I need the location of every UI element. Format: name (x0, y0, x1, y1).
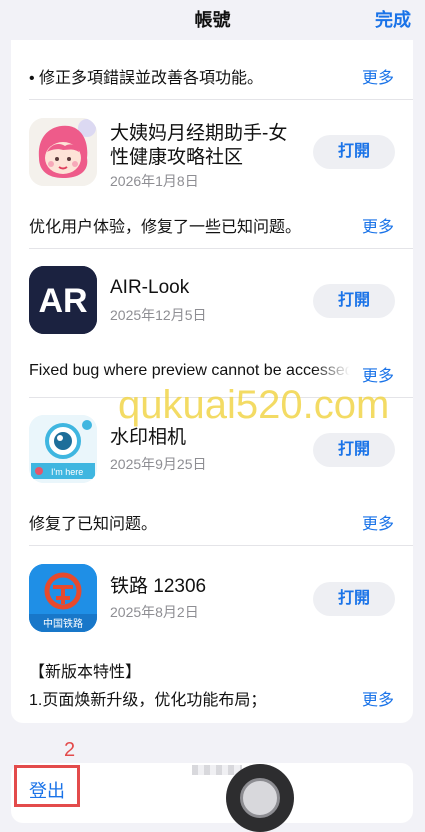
watermark-camera-icon-text: I'm here (51, 467, 83, 477)
railway-12306-icon-text: 中国铁路 (43, 617, 83, 630)
watermark-camera-icon: I'm here (29, 415, 97, 483)
divider (29, 545, 413, 546)
logout-button[interactable]: 登出 (29, 777, 65, 803)
app-name: 大姨妈月经期助手-女性健康攻略社区 (110, 123, 288, 168)
more-link[interactable]: 更多 (362, 686, 394, 710)
done-button[interactable]: 完成 (375, 6, 411, 32)
page-title: 帳號 (194, 10, 231, 30)
air-look-icon: AR (29, 266, 97, 334)
app-date: 2026年1月8日 (110, 173, 199, 189)
app-updates-card: • 修正多項錯誤並改善各項功能。 更多 大姨妈月经期助手-女性健康攻略社区 20… (11, 40, 413, 723)
air-look-icon-text: AR (38, 282, 87, 320)
open-button[interactable]: 打開 (313, 433, 395, 467)
more-link[interactable]: 更多 (362, 213, 394, 237)
more-link[interactable]: 更多 (362, 510, 394, 534)
more-link[interactable]: 更多 (362, 64, 394, 88)
open-button[interactable]: 打開 (313, 582, 395, 616)
update-note: • 修正多項錯誤並改善各項功能。 (29, 70, 264, 87)
railway-12306-icon: 中国铁路 (29, 564, 97, 632)
divider (29, 248, 413, 249)
period-tracker-girl-icon (29, 118, 97, 186)
watermark-text: qukuai520.com (118, 383, 390, 427)
screen-record-button[interactable] (226, 764, 294, 832)
open-button[interactable]: 打開 (313, 284, 395, 318)
update-note-title: 【新版本特性】 (29, 664, 142, 681)
app-date: 2025年8月2日 (110, 604, 199, 620)
update-note: 修复了已知问题。 (29, 516, 158, 533)
text-fade (313, 358, 359, 384)
update-note: 1.页面焕新升级，优化功能布局； (29, 692, 267, 709)
update-note: Fixed bug where preview cannot be access… (29, 362, 353, 379)
annotation-number: 2 (64, 739, 76, 761)
update-note: 优化用户体验，修复了一些已知问题。 (29, 219, 302, 236)
app-name: 铁路 12306 (110, 576, 207, 597)
app-date: 2025年12月5日 (110, 307, 207, 323)
app-name: 水印相机 (110, 427, 187, 448)
open-button[interactable]: 打開 (313, 135, 395, 169)
app-name: AIR-Look (110, 277, 190, 298)
app-date: 2025年9月25日 (110, 456, 207, 472)
divider (29, 99, 413, 100)
nav-bar: 帳號 完成 (0, 0, 425, 40)
